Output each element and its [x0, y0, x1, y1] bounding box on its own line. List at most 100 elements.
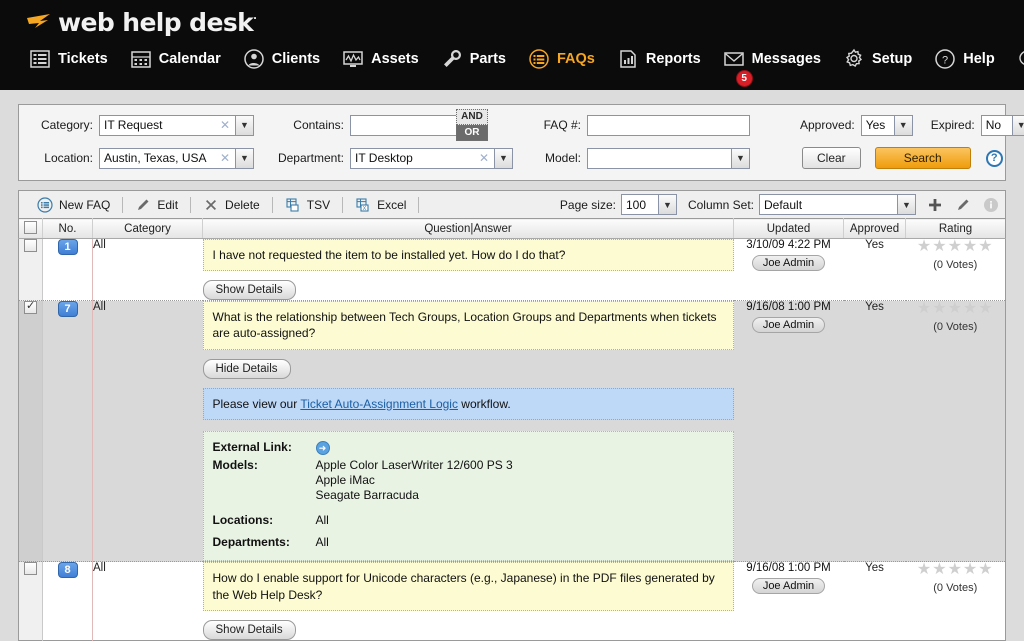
clear-location-icon[interactable]: ✕	[218, 151, 235, 165]
tsv-label: TSV	[307, 198, 330, 212]
clear-button[interactable]: Clear	[802, 147, 861, 169]
row-rating-cell: ★★★★★ (0 Votes)	[906, 239, 1006, 301]
nav-item-thwack[interactable]: Thwack	[1006, 48, 1024, 70]
info-icon[interactable]	[983, 197, 999, 213]
page-size-select[interactable]: 100 ▼	[621, 194, 677, 215]
nav-item-help[interactable]: ? Help	[923, 48, 1005, 70]
column-set-value: Default	[760, 198, 897, 212]
help-question-icon[interactable]: ?	[986, 150, 1003, 167]
category-select[interactable]: IT Request ✕ ▼	[99, 115, 254, 136]
or-button[interactable]: OR	[456, 125, 488, 141]
show-details-button[interactable]: Show Details	[203, 280, 296, 300]
external-link-value: ➜	[316, 440, 724, 456]
select-all-checkbox[interactable]	[24, 221, 37, 234]
tsv-export-button[interactable]: TSV	[273, 197, 342, 213]
messages-unread-badge: 5	[736, 70, 753, 87]
column-header-rating[interactable]: Rating	[906, 219, 1006, 239]
excel-export-button[interactable]: X Excel	[343, 197, 418, 213]
expired-select[interactable]: No ▼	[981, 115, 1024, 136]
table-row[interactable]: 7 All What is the relationship between T…	[19, 301, 1006, 562]
clear-department-icon[interactable]: ✕	[477, 151, 494, 165]
chevron-down-icon[interactable]: ▼	[731, 149, 749, 168]
chevron-down-icon[interactable]: ▼	[235, 116, 253, 135]
svg-text:X: X	[363, 206, 367, 212]
nav-item-reports[interactable]: Reports	[606, 48, 712, 70]
nav-label: Setup	[872, 51, 912, 67]
column-header-updated[interactable]: Updated	[734, 219, 844, 239]
chevron-down-icon[interactable]: ▼	[658, 195, 676, 214]
nav-item-tickets[interactable]: Tickets	[18, 48, 119, 70]
nav-label: Assets	[371, 51, 419, 67]
chevron-down-icon[interactable]: ▼	[897, 195, 915, 214]
table-header-row: No. Category Question|Answer Updated App…	[19, 219, 1006, 239]
updated-timestamp: 3/10/09 4:22 PM	[734, 239, 844, 251]
nav-item-messages[interactable]: 5 Messages	[712, 48, 832, 70]
search-button[interactable]: Search	[875, 147, 971, 169]
updated-by-pill[interactable]: Joe Admin	[752, 255, 825, 271]
nav-item-assets[interactable]: Assets	[331, 48, 430, 70]
location-select[interactable]: Austin, Texas, USA ✕ ▼	[99, 148, 254, 169]
nav-label: Parts	[470, 51, 506, 67]
nav-item-clients[interactable]: Clients	[232, 48, 331, 70]
vote-count: (0 Votes)	[906, 259, 1006, 271]
pencil-icon[interactable]	[955, 197, 971, 213]
chevron-down-icon[interactable]: ▼	[1012, 116, 1024, 135]
row-select-cell[interactable]	[19, 239, 43, 301]
vote-count: (0 Votes)	[906, 582, 1006, 594]
nav-label: Clients	[272, 51, 320, 67]
chevron-down-icon[interactable]: ▼	[235, 149, 253, 168]
search-column-middle: Contains: AND OR Department: IT Desktop …	[272, 115, 513, 168]
department-filter-row: Department: IT Desktop ✕ ▼	[272, 148, 513, 168]
updated-by-pill[interactable]: Joe Admin	[752, 317, 825, 333]
column-header-approved[interactable]: Approved	[844, 219, 906, 239]
faq-number-input[interactable]	[587, 115, 750, 136]
answer-link[interactable]: Ticket Auto-Assignment Logic	[300, 397, 458, 411]
model-item: Apple Color LaserWriter 12/600 PS 3	[316, 458, 724, 473]
column-set-select[interactable]: Default ▼	[759, 194, 916, 215]
faq-number-badge[interactable]: 7	[58, 301, 78, 317]
row-checkbox[interactable]	[24, 239, 37, 252]
model-and-actions-row: Model: ▼ Clear Search ?	[535, 148, 1024, 168]
nav-item-parts[interactable]: Parts	[430, 48, 517, 70]
faq-number-badge[interactable]: 8	[58, 562, 78, 578]
updated-by-pill[interactable]: Joe Admin	[752, 578, 825, 594]
approved-select[interactable]: Yes ▼	[861, 115, 913, 136]
select-all-header	[19, 219, 43, 239]
clear-category-icon[interactable]: ✕	[218, 118, 235, 132]
column-header-category[interactable]: Category	[93, 219, 203, 239]
column-header-question-answer[interactable]: Question|Answer	[203, 219, 734, 239]
chevron-down-icon[interactable]: ▼	[494, 149, 512, 168]
rating-stars[interactable]: ★★★★★	[906, 239, 1006, 255]
new-faq-button[interactable]: New FAQ	[25, 197, 122, 213]
row-number-cell: 7	[43, 301, 93, 562]
column-set-label: Column Set:	[688, 198, 754, 212]
nav-item-calendar[interactable]: Calendar	[119, 48, 232, 70]
updated-timestamp: 9/16/08 1:00 PM	[734, 301, 844, 313]
list-icon	[29, 48, 51, 70]
row-select-cell[interactable]	[19, 562, 43, 640]
new-faq-label: New FAQ	[59, 198, 110, 212]
faq-number-badge[interactable]: 1	[58, 239, 78, 255]
plus-icon[interactable]	[927, 197, 943, 213]
rating-stars[interactable]: ★★★★★	[906, 562, 1006, 578]
table-row[interactable]: 1 All I have not requested the item to b…	[19, 239, 1006, 301]
person-icon	[243, 48, 265, 70]
row-checkbox[interactable]	[24, 301, 37, 314]
nav-item-faqs[interactable]: FAQs	[517, 48, 606, 70]
department-select[interactable]: IT Desktop ✕ ▼	[350, 148, 513, 169]
arrow-right-icon[interactable]: ➜	[316, 441, 330, 455]
nav-item-setup[interactable]: Setup	[832, 48, 923, 70]
model-select[interactable]: ▼	[587, 148, 750, 169]
column-header-no[interactable]: No.	[43, 219, 93, 239]
rating-stars[interactable]: ★★★★★	[906, 301, 1006, 317]
and-button[interactable]: AND	[456, 109, 488, 125]
edit-button[interactable]: Edit	[123, 197, 190, 213]
expired-label: Expired:	[931, 118, 975, 132]
row-checkbox[interactable]	[24, 562, 37, 575]
table-row[interactable]: 8 All How do I enable support for Unicod…	[19, 562, 1006, 640]
delete-button[interactable]: Delete	[191, 197, 272, 213]
chevron-down-icon[interactable]: ▼	[894, 116, 912, 135]
hide-details-button[interactable]: Hide Details	[203, 359, 291, 379]
show-details-button[interactable]: Show Details	[203, 620, 296, 640]
row-select-cell[interactable]	[19, 301, 43, 562]
